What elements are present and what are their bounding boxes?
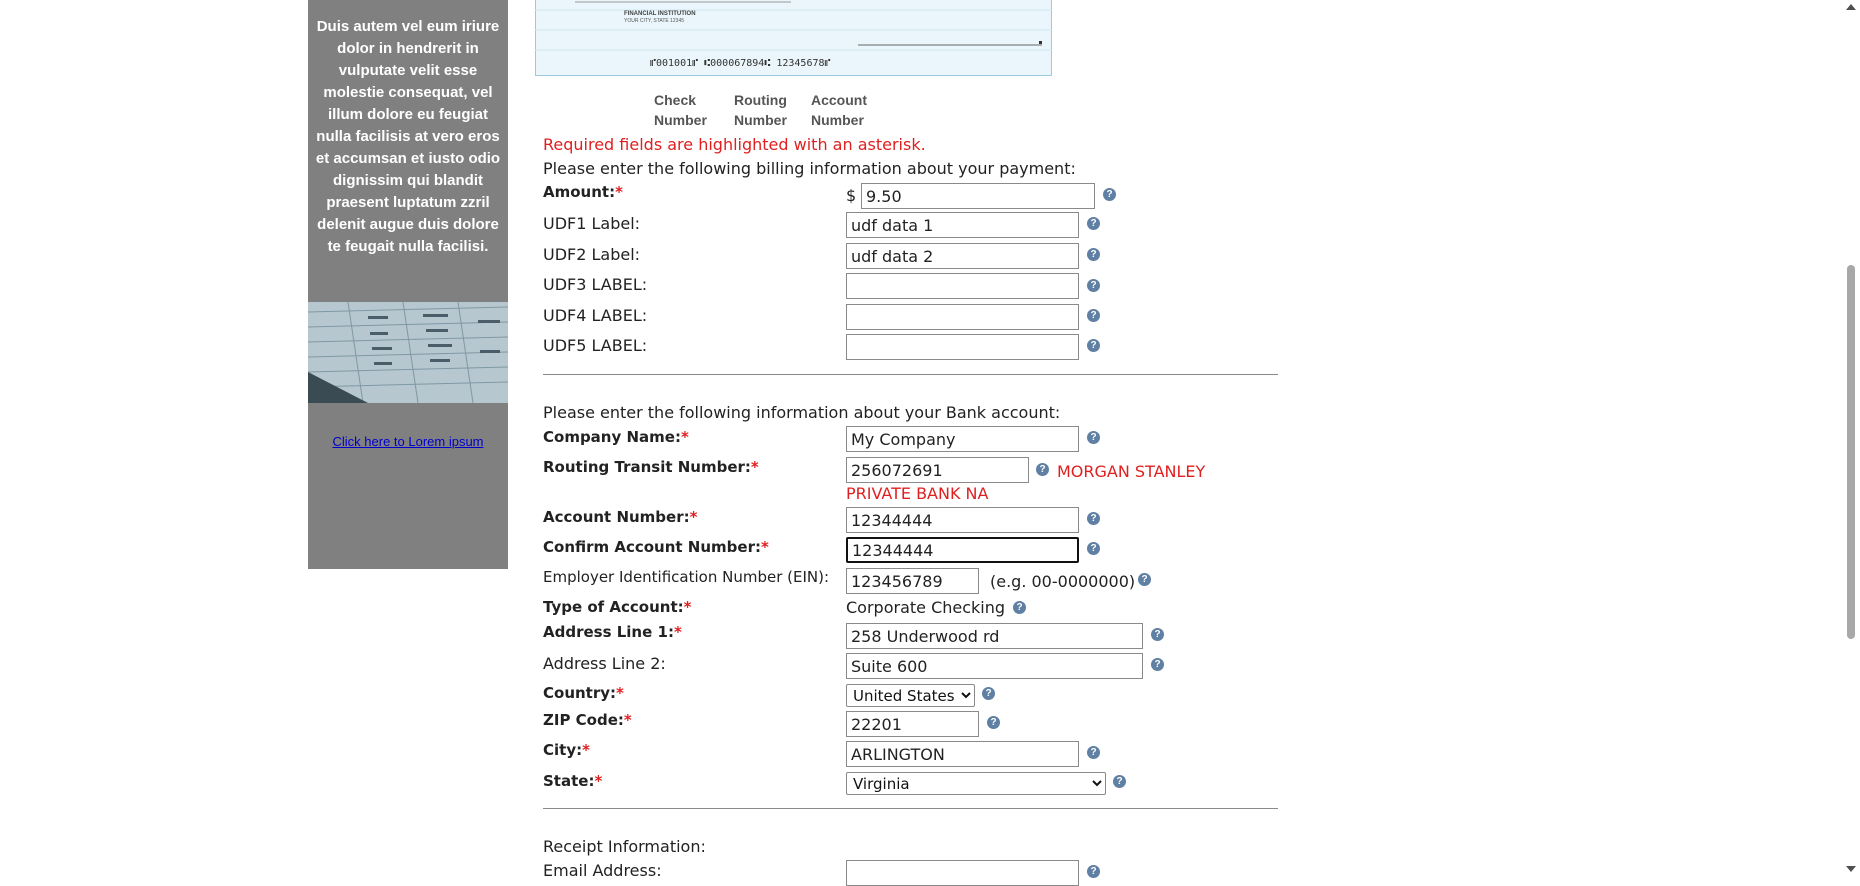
- help-icon[interactable]: ?: [1087, 865, 1100, 878]
- bank-intro: Please enter the following information a…: [543, 403, 1061, 422]
- confirm-account-number-label: Confirm Account Number:*: [543, 538, 769, 556]
- help-icon[interactable]: ?: [1113, 775, 1126, 788]
- country-select[interactable]: United States: [846, 684, 975, 707]
- account-number-input[interactable]: [846, 507, 1079, 533]
- state-select[interactable]: Virginia: [846, 772, 1106, 795]
- account-number-label: Account Number:*: [543, 508, 698, 526]
- udf4-label: UDF4 LABEL:: [543, 306, 648, 325]
- help-icon[interactable]: ?: [1087, 339, 1100, 352]
- help-icon[interactable]: ?: [1036, 463, 1049, 476]
- routing-number-input[interactable]: [846, 457, 1029, 483]
- city-label: City:*: [543, 741, 590, 759]
- amount-label: Amount:*: [543, 183, 623, 201]
- check-address: YOUR CITY, STATE 12345: [624, 18, 684, 24]
- udf5-label: UDF5 LABEL:: [543, 336, 648, 355]
- account-type-value: Corporate Checking: [846, 598, 1006, 617]
- spreadsheet-photo: [308, 302, 508, 403]
- currency-symbol: $: [846, 186, 857, 205]
- required-fields-note: Required fields are highlighted with an …: [543, 135, 926, 154]
- amount-input[interactable]: [861, 183, 1095, 209]
- ein-label: Employer Identification Number (EIN):: [543, 568, 830, 586]
- ein-input[interactable]: [846, 568, 979, 594]
- caption-account-number: Account Number: [811, 92, 867, 128]
- help-icon[interactable]: ?: [1151, 628, 1164, 641]
- udf3-label: UDF3 LABEL:: [543, 275, 648, 294]
- zip-code-label: ZIP Code:*: [543, 711, 632, 729]
- sample-check-image: FINANCIAL INSTITUTION YOUR CITY, STATE 1…: [535, 0, 1052, 76]
- check-micr-line: ⑈001001⑈ ⑆000067894⑆ 12345678⑈: [650, 58, 831, 69]
- address-line2-input[interactable]: [846, 653, 1143, 679]
- udf2-input[interactable]: [846, 243, 1079, 269]
- udf3-input[interactable]: [846, 273, 1079, 299]
- bank-name-line1: MORGAN STANLEY: [1057, 462, 1206, 481]
- email-label: Email Address:: [543, 861, 662, 880]
- company-name-label: Company Name:*: [543, 428, 689, 446]
- caption-check-number: Check Number: [654, 92, 707, 128]
- udf2-label: UDF2 Label:: [543, 245, 641, 264]
- section-divider: [543, 808, 1278, 809]
- city-input[interactable]: [846, 741, 1079, 767]
- address-line2-label: Address Line 2:: [543, 654, 666, 673]
- email-input[interactable]: [846, 860, 1079, 886]
- address-line1-label: Address Line 1:*: [543, 623, 682, 641]
- help-icon[interactable]: ?: [987, 716, 1000, 729]
- zip-code-input[interactable]: [846, 711, 979, 737]
- section-divider: [543, 374, 1278, 375]
- sidebar-link[interactable]: Click here to Lorem ipsum: [308, 434, 508, 449]
- help-icon[interactable]: ?: [1138, 573, 1151, 586]
- billing-intro: Please enter the following billing infor…: [543, 159, 1076, 178]
- caption-routing-number: Routing Number: [734, 92, 787, 128]
- scroll-down-arrow-icon[interactable]: [1846, 866, 1856, 872]
- help-icon[interactable]: ?: [1087, 309, 1100, 322]
- help-icon[interactable]: ?: [1087, 217, 1100, 230]
- help-icon[interactable]: ?: [1087, 542, 1100, 555]
- help-icon[interactable]: ?: [1087, 279, 1100, 292]
- scrollbar-thumb[interactable]: [1847, 265, 1855, 639]
- udf4-input[interactable]: [846, 304, 1079, 330]
- scroll-up-arrow-icon[interactable]: [1846, 4, 1856, 10]
- udf1-input[interactable]: [846, 212, 1079, 238]
- bank-name-line2: PRIVATE BANK NA: [846, 484, 989, 503]
- help-icon[interactable]: ?: [982, 687, 995, 700]
- receipt-heading: Receipt Information:: [543, 837, 706, 856]
- help-icon[interactable]: ?: [1013, 601, 1026, 614]
- account-type-label: Type of Account:*: [543, 598, 692, 616]
- routing-number-label: Routing Transit Number:*: [543, 458, 759, 476]
- ein-hint: (e.g. 00-0000000): [990, 572, 1136, 591]
- check-institution: FINANCIAL INSTITUTION: [624, 11, 696, 17]
- help-icon[interactable]: ?: [1087, 248, 1100, 261]
- help-icon[interactable]: ?: [1087, 512, 1100, 525]
- udf1-label: UDF1 Label:: [543, 214, 641, 233]
- confirm-account-number-input[interactable]: [846, 537, 1079, 563]
- company-name-input[interactable]: [846, 426, 1079, 452]
- sidebar: Duis autem vel eum iriure dolor in hendr…: [308, 0, 508, 569]
- country-label: Country:*: [543, 684, 624, 702]
- help-icon[interactable]: ?: [1151, 658, 1164, 671]
- address-line1-input[interactable]: [846, 623, 1143, 649]
- state-label: State:*: [543, 772, 603, 790]
- help-icon[interactable]: ?: [1103, 188, 1116, 201]
- help-icon[interactable]: ?: [1087, 746, 1100, 759]
- help-icon[interactable]: ?: [1087, 431, 1100, 444]
- sidebar-promo-text: Duis autem vel eum iriure dolor in hendr…: [315, 18, 501, 255]
- udf5-input[interactable]: [846, 334, 1079, 360]
